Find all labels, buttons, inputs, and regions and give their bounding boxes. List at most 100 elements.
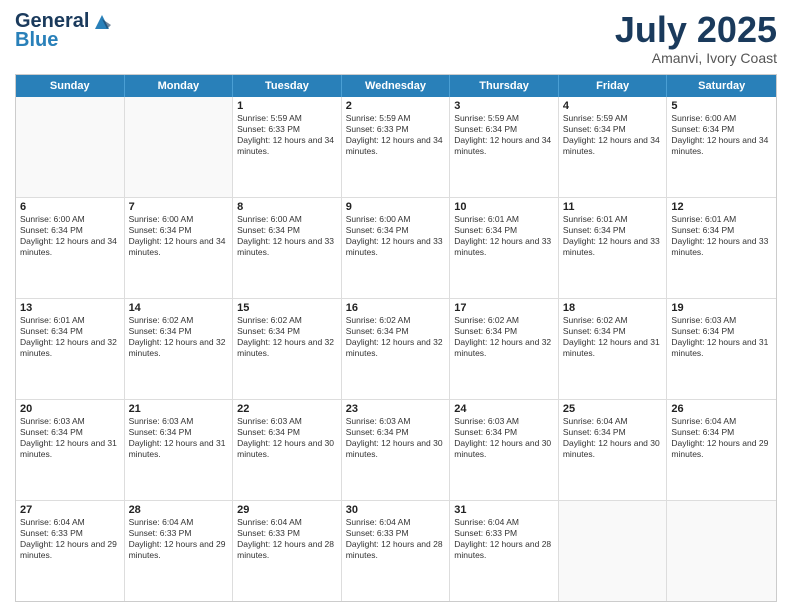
cell-info: Sunrise: 6:01 AM Sunset: 6:34 PM Dayligh…: [671, 214, 772, 258]
calendar-cell: 6Sunrise: 6:00 AM Sunset: 6:34 PM Daylig…: [16, 198, 125, 298]
calendar-cell: 19Sunrise: 6:03 AM Sunset: 6:34 PM Dayli…: [667, 299, 776, 399]
calendar-cell: 24Sunrise: 6:03 AM Sunset: 6:34 PM Dayli…: [450, 400, 559, 500]
calendar-cell: 25Sunrise: 6:04 AM Sunset: 6:34 PM Dayli…: [559, 400, 668, 500]
cell-info: Sunrise: 5:59 AM Sunset: 6:33 PM Dayligh…: [346, 113, 446, 157]
cell-info: Sunrise: 6:00 AM Sunset: 6:34 PM Dayligh…: [671, 113, 772, 157]
calendar-cell: 17Sunrise: 6:02 AM Sunset: 6:34 PM Dayli…: [450, 299, 559, 399]
calendar-cell: 8Sunrise: 6:00 AM Sunset: 6:34 PM Daylig…: [233, 198, 342, 298]
calendar-cell: 16Sunrise: 6:02 AM Sunset: 6:34 PM Dayli…: [342, 299, 451, 399]
cell-info: Sunrise: 6:00 AM Sunset: 6:34 PM Dayligh…: [346, 214, 446, 258]
calendar-week-1: 1 Sunrise: 5:59 AM Sunset: 6:33 PM Daylig…: [16, 97, 776, 198]
day-number: 28: [129, 504, 229, 516]
day-number: 8: [237, 201, 337, 213]
calendar-cell: 29Sunrise: 6:04 AM Sunset: 6:33 PM Dayli…: [233, 501, 342, 601]
calendar-cell: 30Sunrise: 6:04 AM Sunset: 6:33 PM Dayli…: [342, 501, 451, 601]
cell-info: Sunrise: 6:04 AM Sunset: 6:33 PM Dayligh…: [346, 517, 446, 561]
header: General Blue July 2025 Amanvi, Ivory Coa…: [15, 10, 777, 66]
cell-info: Sunrise: 6:04 AM Sunset: 6:33 PM Dayligh…: [20, 517, 120, 561]
day-number: 14: [129, 302, 229, 314]
calendar-week-3: 13Sunrise: 6:01 AM Sunset: 6:34 PM Dayli…: [16, 299, 776, 400]
cell-info: Sunrise: 6:01 AM Sunset: 6:34 PM Dayligh…: [20, 315, 120, 359]
cell-info: Sunrise: 6:03 AM Sunset: 6:34 PM Dayligh…: [346, 416, 446, 460]
cell-info: Sunrise: 6:04 AM Sunset: 6:33 PM Dayligh…: [129, 517, 229, 561]
day-number: 19: [671, 302, 772, 314]
calendar-cell: 14Sunrise: 6:02 AM Sunset: 6:34 PM Dayli…: [125, 299, 234, 399]
day-number: 1: [237, 100, 337, 112]
cell-info: Sunrise: 6:02 AM Sunset: 6:34 PM Dayligh…: [129, 315, 229, 359]
calendar-cell: 15Sunrise: 6:02 AM Sunset: 6:34 PM Dayli…: [233, 299, 342, 399]
day-number: 31: [454, 504, 554, 516]
cell-info: Sunrise: 6:02 AM Sunset: 6:34 PM Dayligh…: [563, 315, 663, 359]
day-number: 26: [671, 403, 772, 415]
cell-info: Sunrise: 6:04 AM Sunset: 6:33 PM Dayligh…: [454, 517, 554, 561]
calendar-body: 1 Sunrise: 5:59 AM Sunset: 6:33 PM Daylig…: [16, 97, 776, 601]
calendar-cell: 3Sunrise: 5:59 AM Sunset: 6:34 PM Daylig…: [450, 97, 559, 197]
page: General Blue July 2025 Amanvi, Ivory Coa…: [0, 0, 792, 612]
calendar-header: SundayMondayTuesdayWednesdayThursdayFrid…: [16, 75, 776, 97]
day-number: 16: [346, 302, 446, 314]
day-number: 10: [454, 201, 554, 213]
calendar-cell: 28Sunrise: 6:04 AM Sunset: 6:33 PM Dayli…: [125, 501, 234, 601]
calendar-cell: 1Sunrise: 5:59 AM Sunset: 6:33 PM Daylig…: [233, 97, 342, 197]
day-header-friday: Friday: [559, 75, 668, 97]
cell-info: Sunrise: 5:59 AM Sunset: 6:34 PM Dayligh…: [454, 113, 554, 157]
calendar-week-2: 6Sunrise: 6:00 AM Sunset: 6:34 PM Daylig…: [16, 198, 776, 299]
calendar-cell: [16, 97, 125, 197]
month-title: July 2025: [615, 10, 777, 50]
calendar-cell: [125, 97, 234, 197]
cell-info: Sunrise: 6:04 AM Sunset: 6:33 PM Dayligh…: [237, 517, 337, 561]
cell-info: Sunrise: 6:01 AM Sunset: 6:34 PM Dayligh…: [454, 214, 554, 258]
cell-info: Sunrise: 6:03 AM Sunset: 6:34 PM Dayligh…: [129, 416, 229, 460]
day-header-monday: Monday: [125, 75, 234, 97]
day-number: 4: [563, 100, 663, 112]
cell-info: Sunrise: 6:00 AM Sunset: 6:34 PM Dayligh…: [237, 214, 337, 258]
calendar-cell: 31Sunrise: 6:04 AM Sunset: 6:33 PM Dayli…: [450, 501, 559, 601]
day-number: 21: [129, 403, 229, 415]
cell-info: Sunrise: 6:02 AM Sunset: 6:34 PM Dayligh…: [237, 315, 337, 359]
day-number: 5: [671, 100, 772, 112]
cell-info: Sunrise: 6:04 AM Sunset: 6:34 PM Dayligh…: [563, 416, 663, 460]
day-number: 18: [563, 302, 663, 314]
calendar-cell: 11Sunrise: 6:01 AM Sunset: 6:34 PM Dayli…: [559, 198, 668, 298]
calendar-cell: 4Sunrise: 5:59 AM Sunset: 6:34 PM Daylig…: [559, 97, 668, 197]
logo-icon: [91, 11, 113, 33]
day-header-saturday: Saturday: [667, 75, 776, 97]
day-header-thursday: Thursday: [450, 75, 559, 97]
calendar-week-5: 27Sunrise: 6:04 AM Sunset: 6:33 PM Dayli…: [16, 501, 776, 601]
day-number: 2: [346, 100, 446, 112]
day-number: 25: [563, 403, 663, 415]
calendar-cell: 2Sunrise: 5:59 AM Sunset: 6:33 PM Daylig…: [342, 97, 451, 197]
calendar-cell: 13Sunrise: 6:01 AM Sunset: 6:34 PM Dayli…: [16, 299, 125, 399]
cell-info: Sunrise: 6:04 AM Sunset: 6:34 PM Dayligh…: [671, 416, 772, 460]
cell-info: Sunrise: 6:00 AM Sunset: 6:34 PM Dayligh…: [129, 214, 229, 258]
calendar-cell: [559, 501, 668, 601]
calendar-cell: 5Sunrise: 6:00 AM Sunset: 6:34 PM Daylig…: [667, 97, 776, 197]
cell-info: Sunrise: 6:03 AM Sunset: 6:34 PM Dayligh…: [237, 416, 337, 460]
title-area: July 2025 Amanvi, Ivory Coast: [615, 10, 777, 66]
day-number: 15: [237, 302, 337, 314]
cell-info: Sunrise: 6:03 AM Sunset: 6:34 PM Dayligh…: [671, 315, 772, 359]
calendar-cell: 7Sunrise: 6:00 AM Sunset: 6:34 PM Daylig…: [125, 198, 234, 298]
day-number: 30: [346, 504, 446, 516]
day-number: 23: [346, 403, 446, 415]
day-number: 7: [129, 201, 229, 213]
calendar-cell: 26Sunrise: 6:04 AM Sunset: 6:34 PM Dayli…: [667, 400, 776, 500]
day-number: 22: [237, 403, 337, 415]
day-number: 9: [346, 201, 446, 213]
day-number: 13: [20, 302, 120, 314]
day-number: 27: [20, 504, 120, 516]
cell-info: Sunrise: 6:02 AM Sunset: 6:34 PM Dayligh…: [454, 315, 554, 359]
calendar-cell: 27Sunrise: 6:04 AM Sunset: 6:33 PM Dayli…: [16, 501, 125, 601]
day-number: 29: [237, 504, 337, 516]
calendar-cell: 23Sunrise: 6:03 AM Sunset: 6:34 PM Dayli…: [342, 400, 451, 500]
calendar: SundayMondayTuesdayWednesdayThursdayFrid…: [15, 74, 777, 602]
calendar-cell: 12Sunrise: 6:01 AM Sunset: 6:34 PM Dayli…: [667, 198, 776, 298]
day-number: 12: [671, 201, 772, 213]
calendar-cell: 10Sunrise: 6:01 AM Sunset: 6:34 PM Dayli…: [450, 198, 559, 298]
calendar-cell: 9Sunrise: 6:00 AM Sunset: 6:34 PM Daylig…: [342, 198, 451, 298]
day-number: 3: [454, 100, 554, 112]
day-number: 24: [454, 403, 554, 415]
location: Amanvi, Ivory Coast: [615, 50, 777, 66]
day-number: 20: [20, 403, 120, 415]
cell-info: Sunrise: 6:02 AM Sunset: 6:34 PM Dayligh…: [346, 315, 446, 359]
